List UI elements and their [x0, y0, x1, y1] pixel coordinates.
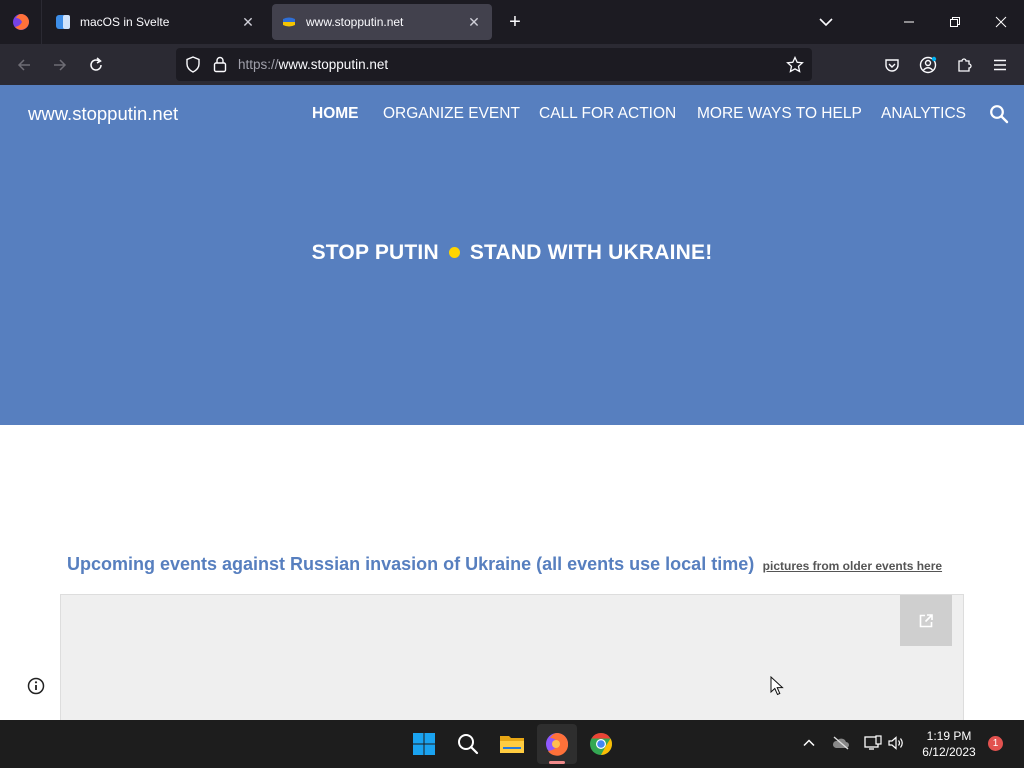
lock-icon[interactable] [213, 56, 227, 73]
windows-logo-icon [413, 733, 435, 755]
puzzle-icon [958, 58, 972, 72]
url-bar[interactable]: https://www.stopputin.net [176, 48, 812, 81]
speaker-icon [888, 736, 903, 750]
account-button[interactable] [915, 52, 941, 78]
open-in-new-window-button[interactable] [900, 595, 952, 646]
extensions-button[interactable] [951, 52, 977, 78]
pocket-icon [885, 59, 899, 72]
taskbar-firefox-button[interactable] [537, 724, 577, 764]
forward-arrow-icon [54, 59, 67, 71]
restore-button[interactable] [932, 0, 978, 44]
system-clock[interactable]: 1:19 PM 6/12/2023 [914, 728, 984, 760]
back-button[interactable] [11, 52, 37, 78]
ukraine-flag-favicon-icon [283, 17, 295, 27]
nav-more-ways-to-help[interactable]: MORE WAYS TO HELP [697, 105, 862, 125]
hero-slogan: STOP PUTIN STAND WITH UKRAINE! [0, 241, 1024, 265]
events-embed[interactable] [60, 594, 964, 724]
hamburger-menu-icon [994, 59, 1006, 71]
chevron-down-icon [819, 18, 833, 27]
tab-stopputin[interactable]: www.stopputin.net ✕ [272, 4, 492, 40]
finder-favicon-icon [56, 15, 70, 29]
restore-icon [950, 17, 960, 27]
external-link-icon [919, 613, 933, 627]
site-header: www.stopputin.net HOME ORGANIZE EVENT CA… [0, 85, 1024, 425]
shield-icon[interactable] [185, 56, 201, 73]
reload-button[interactable] [83, 52, 109, 78]
tab-close-icon[interactable]: ✕ [466, 14, 482, 30]
tab-macos-in-svelte[interactable]: macOS in Svelte ✕ [46, 4, 266, 40]
account-icon [919, 56, 937, 74]
tab-close-icon[interactable]: ✕ [240, 14, 256, 30]
search-icon[interactable] [989, 104, 1009, 124]
search-icon [458, 734, 479, 755]
firefox-icon [546, 733, 569, 756]
cloud-off-icon [832, 736, 849, 750]
hero-text-left: STOP PUTIN [311, 241, 439, 264]
firefox-icon [12, 14, 29, 30]
chrome-icon [590, 733, 612, 755]
bookmark-star-icon[interactable] [786, 56, 804, 74]
tab-strip: macOS in Svelte ✕ www.stopputin.net ✕ + [0, 0, 1024, 44]
list-all-tabs-button[interactable] [814, 10, 838, 34]
nav-home[interactable]: HOME [312, 105, 359, 125]
volume-tray-button[interactable] [885, 732, 907, 754]
show-hidden-icons-button[interactable] [798, 732, 820, 754]
nav-call-for-action[interactable]: CALL FOR ACTION [539, 105, 676, 125]
mouse-pointer-icon [770, 676, 784, 696]
new-tab-button[interactable]: + [503, 10, 527, 34]
onedrive-tray-button[interactable] [830, 732, 852, 754]
events-heading: Upcoming events against Russian invasion… [67, 554, 755, 574]
navigation-toolbar: https://www.stopputin.net [0, 44, 1024, 85]
clock-date: 6/12/2023 [922, 745, 976, 759]
file-explorer-button[interactable] [492, 724, 532, 764]
firefox-view-button[interactable] [0, 0, 42, 44]
clock-time: 1:19 PM [926, 729, 972, 743]
url-text[interactable]: https://www.stopputin.net [238, 57, 388, 72]
nav-organize-event[interactable]: ORGANIZE EVENT [383, 105, 520, 125]
forward-button[interactable] [47, 52, 73, 78]
taskbar-chrome-button[interactable] [581, 724, 621, 764]
active-app-indicator [549, 761, 565, 764]
events-heading-row: Upcoming events against Russian invasion… [67, 554, 942, 575]
network-icon [864, 735, 882, 750]
taskbar: 1:19 PM 6/12/2023 1 [0, 720, 1024, 768]
back-arrow-icon [17, 59, 30, 71]
site-logo[interactable]: www.stopputin.net [28, 103, 178, 125]
taskbar-search-button[interactable] [448, 724, 488, 764]
nav-analytics[interactable]: ANALYTICS [881, 105, 966, 125]
minimize-icon [904, 21, 914, 23]
tab-title: www.stopputin.net [306, 15, 404, 29]
folder-icon [500, 736, 524, 753]
older-events-link[interactable]: pictures from older events here [763, 559, 942, 573]
url-host: www.stopputin.net [278, 57, 389, 72]
yellow-dot-icon [448, 246, 460, 258]
close-window-button[interactable] [978, 0, 1024, 44]
start-button[interactable] [404, 724, 444, 764]
url-scheme: https:// [238, 57, 279, 72]
notification-badge[interactable]: 1 [988, 736, 1003, 751]
minimize-button[interactable] [886, 0, 932, 44]
reload-icon [90, 57, 102, 71]
network-tray-button[interactable] [862, 732, 884, 754]
info-icon[interactable] [27, 677, 45, 695]
app-menu-button[interactable] [987, 52, 1013, 78]
close-icon [995, 16, 1007, 28]
pocket-button[interactable] [879, 52, 905, 78]
hero-text-right: STAND WITH UKRAINE! [469, 241, 713, 264]
chevron-up-icon [803, 739, 815, 747]
tab-title: macOS in Svelte [80, 15, 170, 29]
